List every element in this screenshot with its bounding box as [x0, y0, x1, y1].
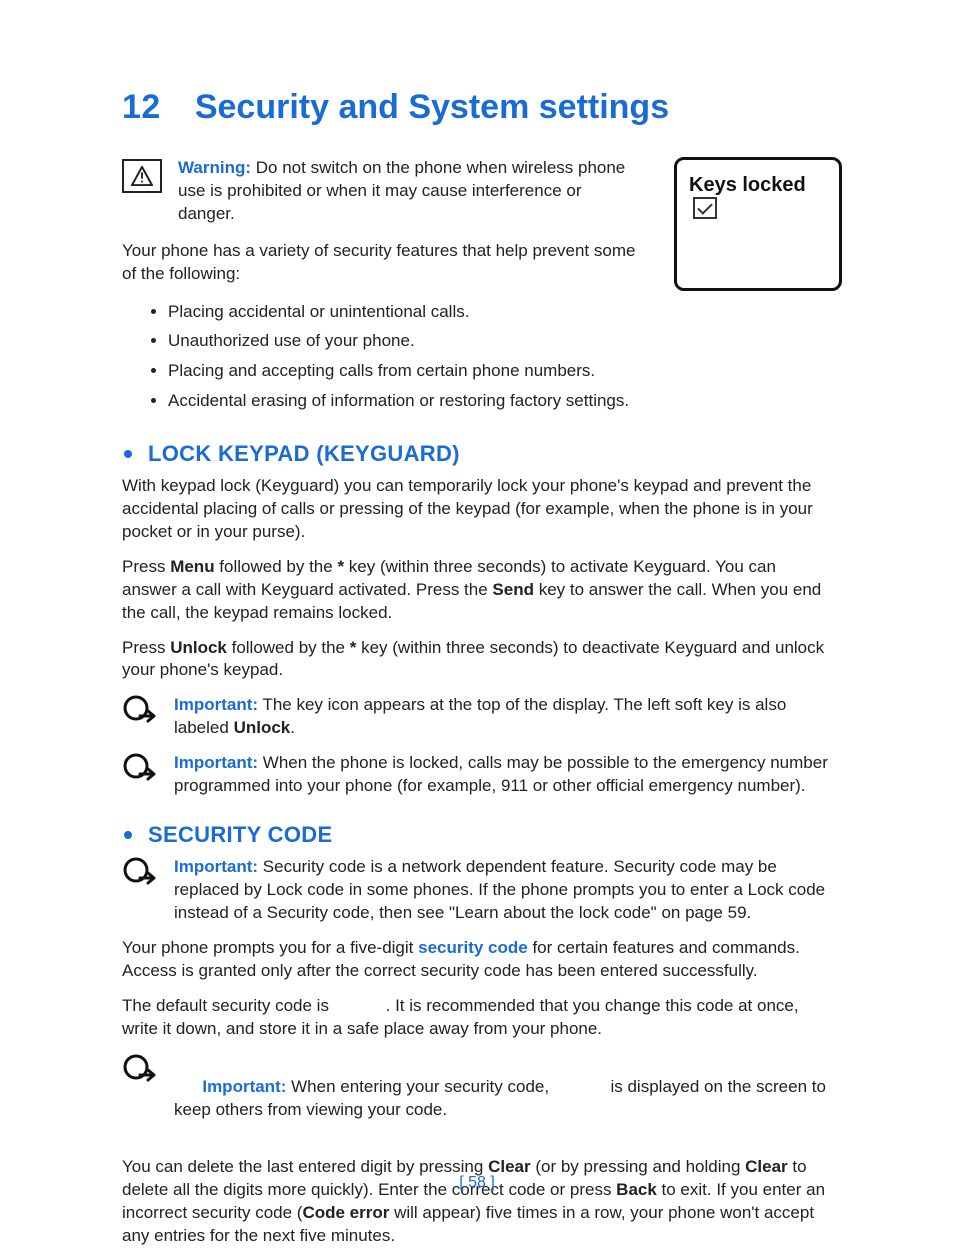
chapter-heading: 12 Security and System settings [122, 88, 832, 127]
security-code-term: security code [418, 938, 528, 957]
section-title: LOCK KEYPAD (KEYGUARD) [148, 441, 460, 467]
warning-label: Warning: [178, 158, 251, 177]
important-text: Important: When entering your security c… [174, 1053, 832, 1145]
important-note: Important: When entering your security c… [122, 1053, 832, 1145]
important-text: Important: Security code is a network de… [174, 856, 832, 925]
important-arrow-icon [122, 1053, 158, 1085]
keys-locked-figure: Keys locked [674, 157, 842, 291]
section-heading-security-code: SECURITY CODE [122, 822, 832, 848]
list-item: Accidental erasing of information or res… [168, 389, 832, 413]
important-note: Important: The key icon appears at the t… [122, 694, 832, 740]
intro-paragraph: Your phone has a variety of security fea… [122, 240, 642, 286]
section-heading-keyguard: LOCK KEYPAD (KEYGUARD) [122, 441, 832, 467]
page-number: [ 58 ] [0, 1174, 954, 1192]
list-item: Placing accidental or unintentional call… [168, 300, 832, 324]
intro-bullet-list: Placing accidental or unintentional call… [122, 300, 832, 413]
important-arrow-icon [122, 752, 158, 784]
body-paragraph: Press Unlock followed by the * key (with… [122, 637, 832, 683]
body-paragraph: Your phone prompts you for a five-digit … [122, 937, 832, 983]
warning-icon [122, 159, 162, 193]
important-arrow-icon [122, 694, 158, 726]
body-paragraph: The default security code is . It is rec… [122, 995, 832, 1041]
list-item: Placing and accepting calls from certain… [168, 359, 832, 383]
body-paragraph: You can delete the last entered digit by… [122, 1156, 832, 1248]
important-note: Important: When the phone is locked, cal… [122, 752, 832, 798]
chapter-number: 12 [122, 88, 161, 127]
bullet-icon [124, 831, 132, 839]
section-title: SECURITY CODE [148, 822, 332, 848]
keys-locked-label: Keys locked [689, 174, 806, 197]
chapter-title-text: Security and System settings [195, 88, 669, 127]
document-page: 12 Security and System settings Keys loc… [0, 0, 954, 1248]
important-text: Important: The key icon appears at the t… [174, 694, 832, 740]
important-arrow-icon [122, 856, 158, 888]
warning-text: Warning: Do not switch on the phone when… [178, 157, 642, 226]
checkbox-icon [693, 197, 717, 219]
body-paragraph: Press Menu followed by the * key (within… [122, 556, 832, 625]
important-note: Important: Security code is a network de… [122, 856, 832, 925]
intro-block: Keys locked Warning: Do not switch on th… [122, 157, 832, 413]
bullet-icon [124, 450, 132, 458]
list-item: Unauthorized use of your phone. [168, 329, 832, 353]
important-text: Important: When the phone is locked, cal… [174, 752, 832, 798]
body-paragraph: With keypad lock (Keyguard) you can temp… [122, 475, 832, 544]
